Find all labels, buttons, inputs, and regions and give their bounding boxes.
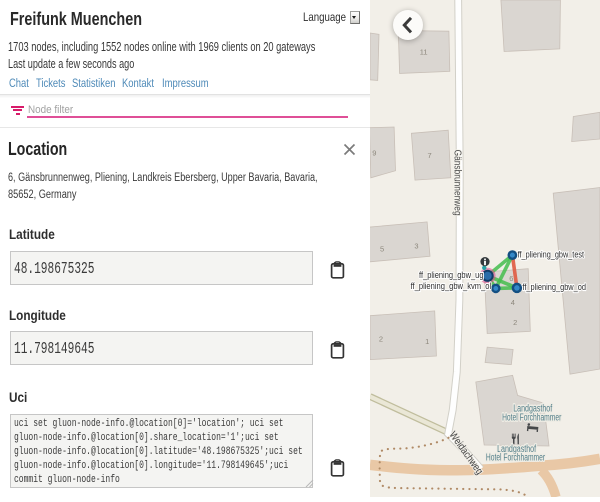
svg-text:9: 9: [372, 148, 376, 157]
svg-text:1: 1: [425, 337, 429, 346]
svg-text:ff_pliening_gbw_test: ff_pliening_gbw_test: [518, 250, 585, 261]
svg-text:ff_pliening_gbw_ug: ff_pliening_gbw_ug: [419, 270, 484, 281]
svg-text:2: 2: [513, 318, 517, 327]
svg-text:ff_pliening_gbw_od: ff_pliening_gbw_od: [522, 282, 586, 293]
svg-text:Hotel Forchhammer: Hotel Forchhammer: [486, 453, 546, 464]
svg-text:Hotel Forchhammer: Hotel Forchhammer: [502, 413, 562, 424]
svg-text:6: 6: [509, 274, 513, 283]
svg-text:3: 3: [414, 241, 418, 250]
svg-text:ff_pliening_gbw_kvm_ol: ff_pliening_gbw_kvm_ol: [411, 281, 492, 292]
svg-text:11: 11: [420, 48, 428, 57]
svg-text:5: 5: [380, 244, 384, 253]
svg-text:2: 2: [379, 334, 383, 343]
svg-text:7: 7: [428, 151, 432, 160]
svg-text:4: 4: [511, 298, 515, 307]
svg-text:Gänsbrunnenweg: Gänsbrunnenweg: [452, 150, 463, 216]
